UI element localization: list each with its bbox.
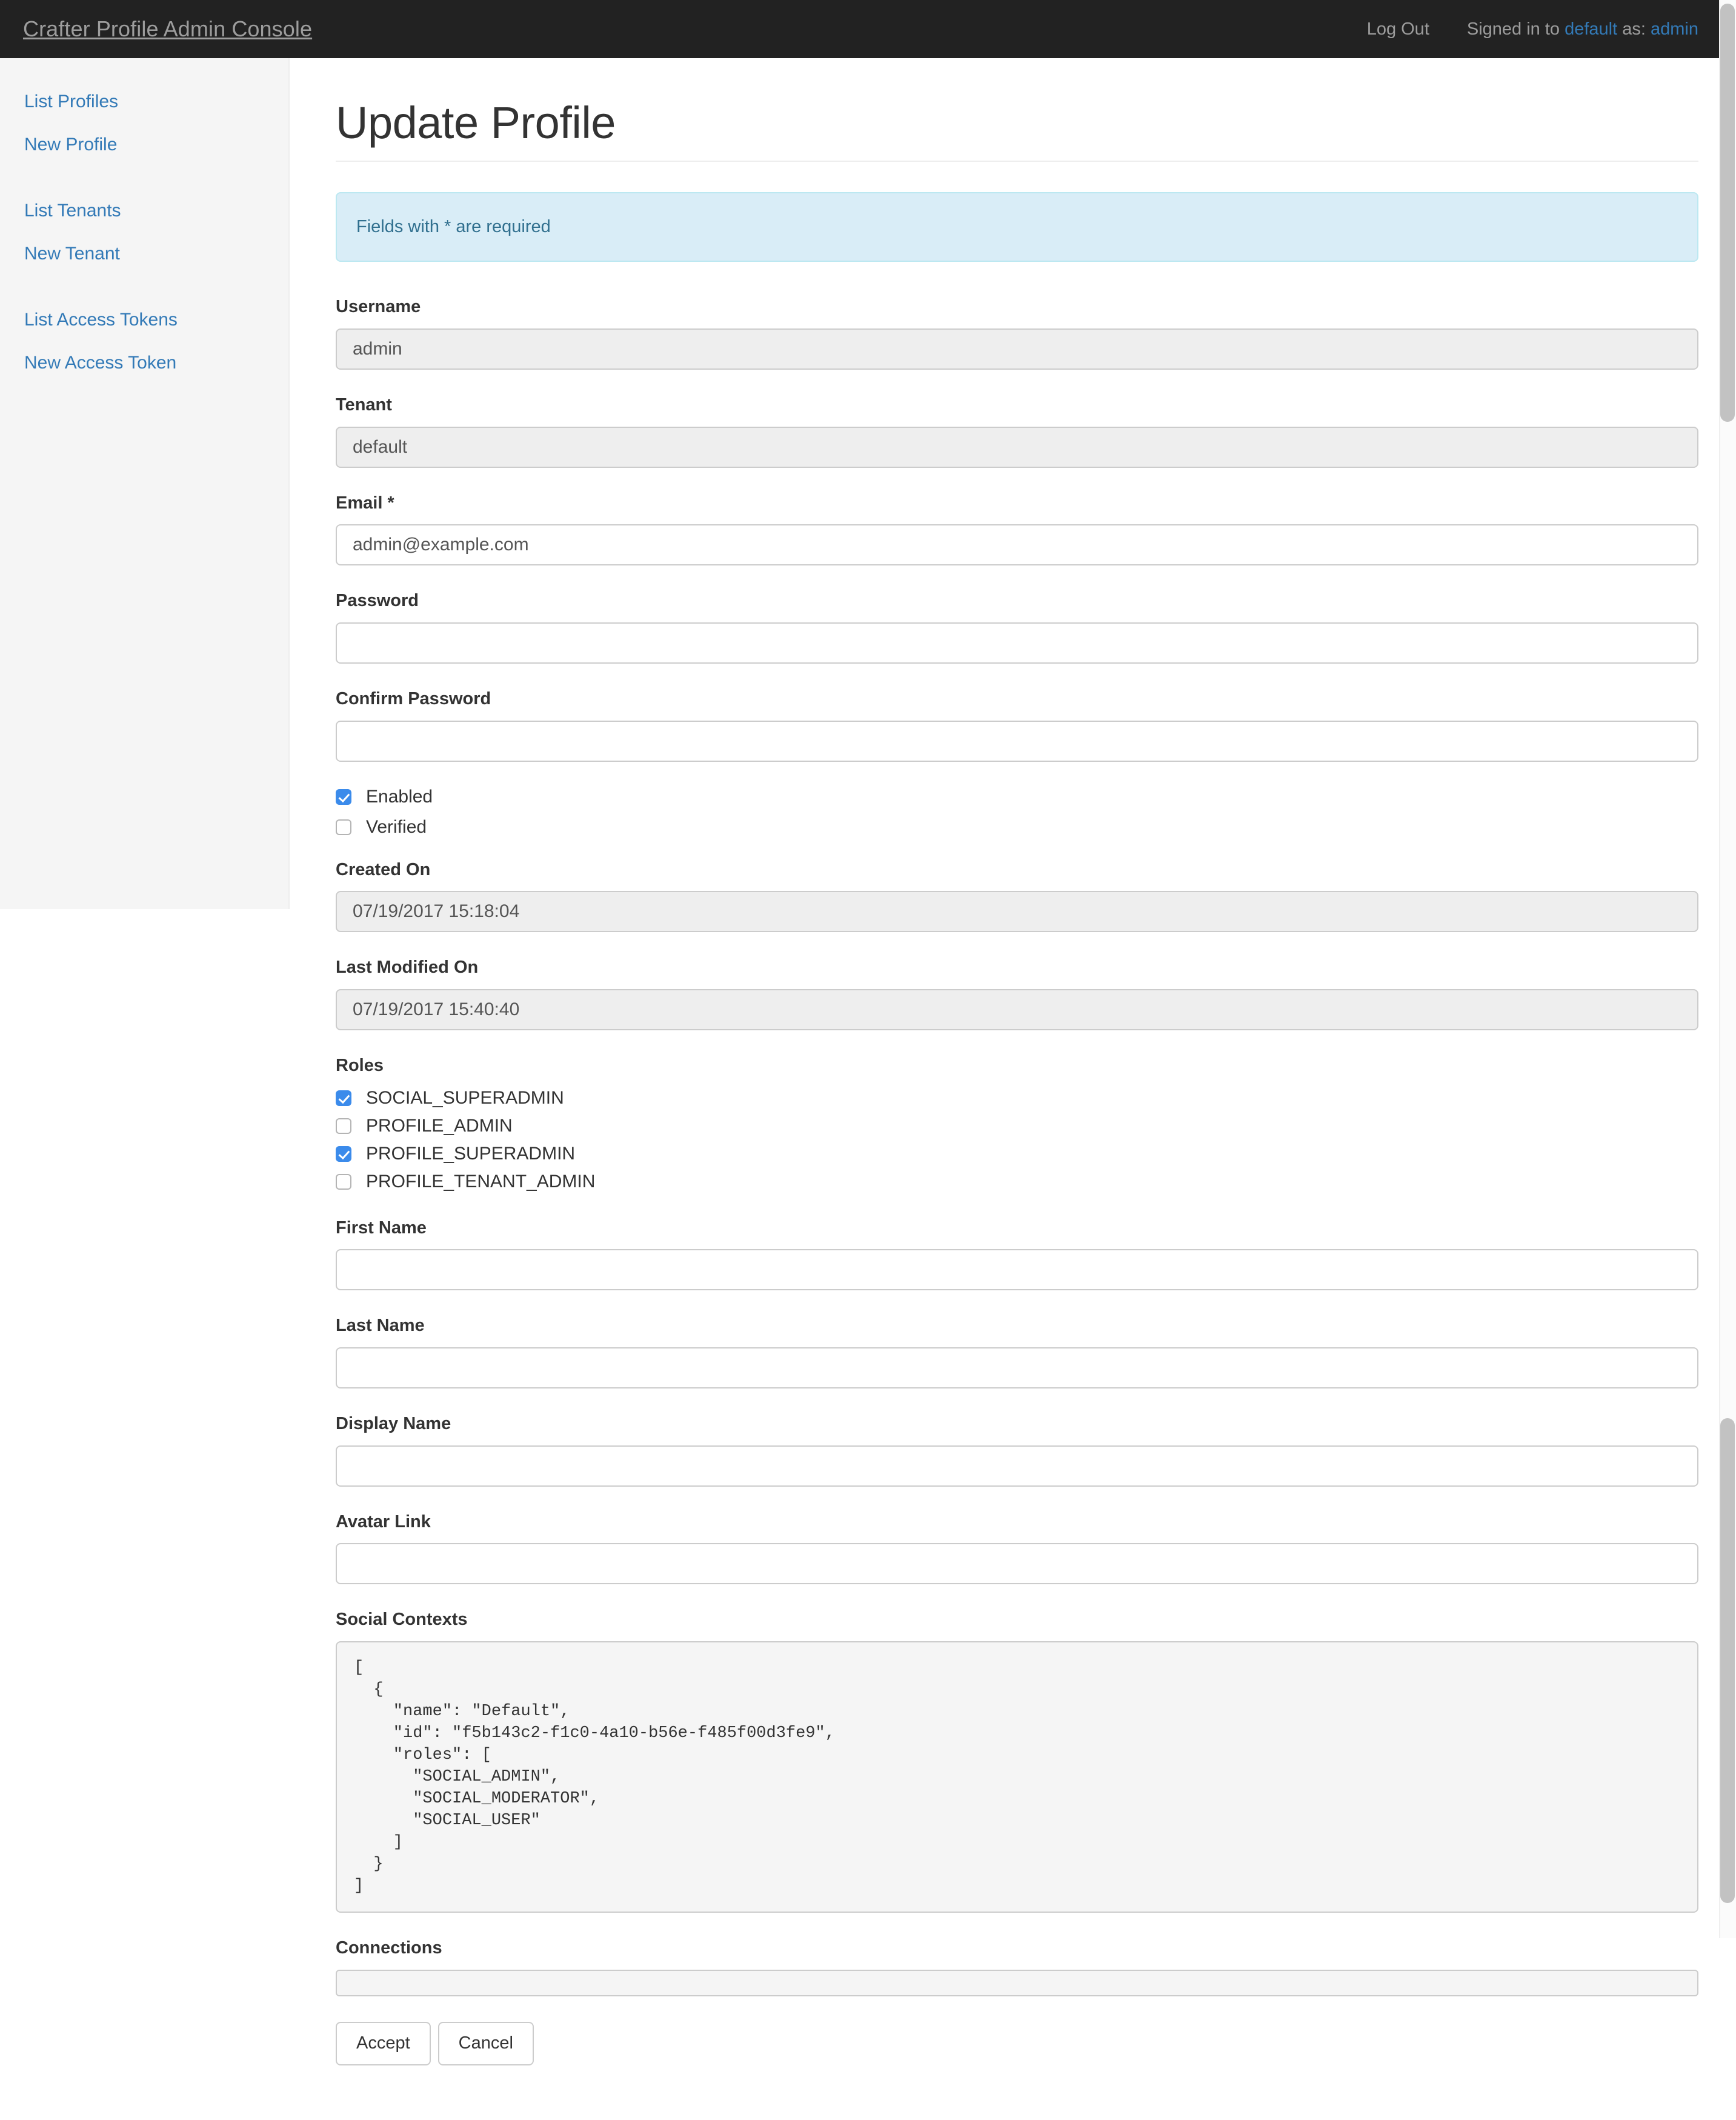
- connections-label: Connections: [336, 1938, 442, 1958]
- role-profile-admin-checkbox[interactable]: [336, 1118, 351, 1134]
- connections-textarea[interactable]: [336, 1969, 1698, 1996]
- checkbox-row-role-social-superadmin[interactable]: SOCIAL_SUPERADMIN: [336, 1087, 1698, 1109]
- accept-button[interactable]: Accept: [336, 2021, 431, 2065]
- confirm-password-input[interactable]: [336, 720, 1698, 762]
- sidebar-nav: List Profiles New Profile List Tenants N…: [0, 58, 290, 909]
- checkbox-row-enabled[interactable]: Enabled: [336, 786, 1698, 808]
- password-label: Password: [336, 591, 419, 611]
- status-checkbox-group: Enabled Verified: [336, 786, 1698, 838]
- sidebar-divider-1: [0, 166, 288, 189]
- verified-label: Verified: [366, 816, 427, 837]
- password-input[interactable]: [336, 622, 1698, 664]
- role-profile-tenant-admin-checkbox[interactable]: [336, 1173, 351, 1190]
- email-label: Email *: [336, 493, 394, 513]
- sidebar-item-new-access-token[interactable]: New Access Token: [0, 341, 288, 384]
- field-group-last-modified-on: Last Modified On: [336, 956, 1698, 1030]
- avatar-link-input[interactable]: [336, 1543, 1698, 1585]
- role-profile-superadmin-label: PROFILE_SUPERADMIN: [366, 1143, 576, 1164]
- log-out-link[interactable]: Log Out: [1367, 19, 1429, 39]
- role-social-superadmin-label: SOCIAL_SUPERADMIN: [366, 1087, 564, 1108]
- display-name-label: Display Name: [336, 1414, 451, 1434]
- tenant-link[interactable]: default: [1565, 19, 1617, 39]
- sidebar-item-list-access-tokens[interactable]: List Access Tokens: [0, 298, 288, 341]
- confirm-password-label: Confirm Password: [336, 688, 491, 708]
- page-body: List Profiles New Profile List Tenants N…: [0, 58, 1736, 2120]
- page-scrollbar-thumb-lower[interactable]: [1720, 1418, 1735, 1903]
- verified-checkbox[interactable]: [336, 819, 351, 835]
- page-scrollbar-track[interactable]: [1719, 0, 1736, 1938]
- last-modified-on-input: [336, 989, 1698, 1030]
- page-scrollbar-thumb-upper[interactable]: [1720, 4, 1735, 422]
- social-contexts-textarea[interactable]: [ { "name": "Default", "id": "f5b143c2-f…: [336, 1641, 1698, 1913]
- role-profile-admin-label: PROFILE_ADMIN: [366, 1115, 513, 1136]
- field-group-password: Password: [336, 590, 1698, 664]
- signed-in-status: Signed in to default as: admin: [1467, 19, 1698, 39]
- username-label: Username: [336, 297, 421, 317]
- field-group-last-name: Last Name: [336, 1315, 1698, 1389]
- navbar-right-group: Log Out Signed in to default as: admin: [1367, 19, 1698, 39]
- app-brand-link[interactable]: Crafter Profile Admin Console: [0, 16, 312, 42]
- page-title: Update Profile: [336, 98, 616, 148]
- checkbox-row-role-profile-admin[interactable]: PROFILE_ADMIN: [336, 1115, 1698, 1137]
- social-contexts-label: Social Contexts: [336, 1610, 468, 1630]
- cancel-button[interactable]: Cancel: [437, 2021, 534, 2065]
- display-name-input[interactable]: [336, 1445, 1698, 1487]
- field-group-username: Username: [336, 296, 1698, 370]
- sidebar-item-new-profile[interactable]: New Profile: [0, 123, 288, 166]
- field-group-created-on: Created On: [336, 859, 1698, 933]
- role-profile-superadmin-checkbox[interactable]: [336, 1145, 351, 1162]
- form-actions: Accept Cancel: [336, 2021, 1698, 2120]
- email-input[interactable]: [336, 524, 1698, 566]
- avatar-link-label: Avatar Link: [336, 1512, 431, 1532]
- sidebar-item-list-tenants[interactable]: List Tenants: [0, 189, 288, 232]
- last-name-label: Last Name: [336, 1316, 425, 1336]
- checkbox-row-verified[interactable]: Verified: [336, 816, 1698, 838]
- tenant-label: Tenant: [336, 395, 392, 415]
- checkbox-row-role-profile-tenant-admin[interactable]: PROFILE_TENANT_ADMIN: [336, 1171, 1698, 1193]
- title-divider: [336, 161, 1698, 162]
- last-modified-on-label: Last Modified On: [336, 958, 479, 978]
- field-group-social-contexts: Social Contexts [ { "name": "Default", "…: [336, 1608, 1698, 1913]
- sidebar-item-new-tenant[interactable]: New Tenant: [0, 232, 288, 275]
- first-name-input[interactable]: [336, 1249, 1698, 1291]
- tenant-input: [336, 426, 1698, 468]
- top-navbar: Crafter Profile Admin Console Log Out Si…: [0, 0, 1736, 58]
- last-name-input[interactable]: [336, 1347, 1698, 1389]
- field-group-email: Email *: [336, 492, 1698, 566]
- enabled-label: Enabled: [366, 786, 433, 807]
- main-content: Update Profile Fields with * are require…: [290, 58, 1736, 2120]
- field-group-display-name: Display Name: [336, 1413, 1698, 1487]
- sidebar-item-list-profiles[interactable]: List Profiles: [0, 80, 288, 123]
- field-group-tenant: Tenant: [336, 394, 1698, 468]
- sidebar-divider-2: [0, 275, 288, 298]
- roles-section: Roles SOCIAL_SUPERADMIN PROFILE_ADMIN PR…: [336, 1055, 1698, 1193]
- current-user-link[interactable]: admin: [1651, 19, 1698, 39]
- field-group-avatar-link: Avatar Link: [336, 1511, 1698, 1585]
- field-group-confirm-password: Confirm Password: [336, 688, 1698, 762]
- checkbox-row-role-profile-superadmin[interactable]: PROFILE_SUPERADMIN: [336, 1143, 1698, 1165]
- required-fields-alert: Fields with * are required: [336, 192, 1698, 262]
- roles-label: Roles: [336, 1056, 384, 1075]
- first-name-label: First Name: [336, 1218, 427, 1238]
- field-group-first-name: First Name: [336, 1217, 1698, 1291]
- created-on-label: Created On: [336, 859, 431, 879]
- enabled-checkbox[interactable]: [336, 788, 351, 805]
- field-group-connections: Connections: [336, 1937, 1698, 1996]
- as-label: as:: [1622, 19, 1646, 39]
- update-profile-form: Username Tenant Email * Password Confirm…: [336, 296, 1698, 2120]
- created-on-input: [336, 891, 1698, 933]
- role-profile-tenant-admin-label: PROFILE_TENANT_ADMIN: [366, 1171, 596, 1192]
- username-input: [336, 328, 1698, 370]
- role-social-superadmin-checkbox[interactable]: [336, 1090, 351, 1106]
- signed-in-prefix-label: Signed in to: [1466, 19, 1560, 39]
